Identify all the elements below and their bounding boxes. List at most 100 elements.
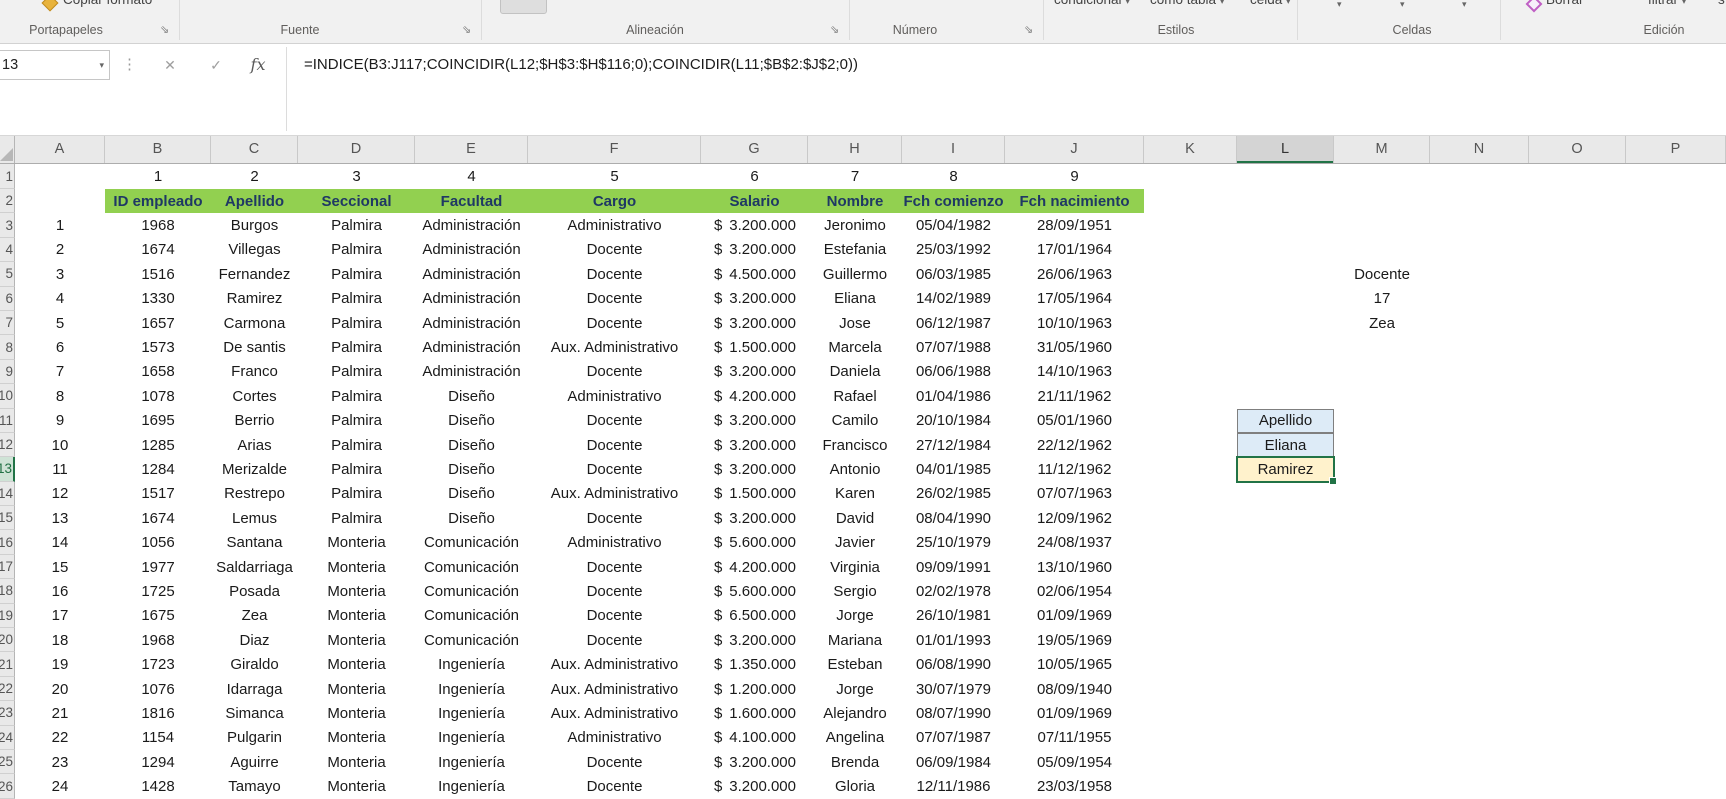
cell-O2[interactable] (1529, 189, 1626, 213)
cell-M10[interactable] (1334, 384, 1430, 408)
cell-N21[interactable] (1430, 652, 1529, 676)
column-header-J[interactable]: J (1005, 136, 1144, 163)
cell-M25[interactable] (1334, 750, 1430, 774)
cell-L3[interactable] (1237, 213, 1334, 237)
cell-E5[interactable]: Administración (415, 262, 528, 286)
cell-M26[interactable] (1334, 774, 1430, 798)
cell-L14[interactable] (1237, 482, 1334, 506)
cell-F8[interactable]: Aux. Administrativo (528, 335, 701, 359)
cell-H6[interactable]: Eliana (808, 287, 902, 311)
column-header-B[interactable]: B (105, 136, 211, 163)
cell-M5[interactable]: Docente (1334, 262, 1430, 286)
cell-J20[interactable]: 19/05/1969 (1005, 628, 1144, 652)
cell-N11[interactable] (1430, 409, 1529, 433)
cell-D8[interactable]: Palmira (298, 335, 415, 359)
row-header-1[interactable]: 1 (0, 164, 15, 189)
cell-H23[interactable]: Alejandro (808, 701, 902, 725)
column-header-G[interactable]: G (701, 136, 808, 163)
row-header-22[interactable]: 22 (0, 676, 15, 702)
cell-P4[interactable] (1626, 238, 1726, 262)
cell-B3[interactable]: 1968 (105, 213, 211, 237)
cell-B10[interactable]: 1078 (105, 384, 211, 408)
cell-B20[interactable]: 1968 (105, 628, 211, 652)
cell-G6[interactable]: $3.200.000 (701, 287, 808, 311)
cell-A12[interactable]: 10 (15, 433, 105, 457)
cell-K20[interactable] (1144, 628, 1237, 652)
cell-E22[interactable]: Ingeniería (415, 677, 528, 701)
cell-O11[interactable] (1529, 409, 1626, 433)
cell-D4[interactable]: Palmira (298, 238, 415, 262)
cell-C22[interactable]: Idarraga (211, 677, 298, 701)
sort-filter-button[interactable]: filtrar ▾ (1648, 0, 1686, 7)
cell-F15[interactable]: Docente (528, 506, 701, 530)
row-header-9[interactable]: 9 (0, 359, 15, 385)
cell-P15[interactable] (1626, 506, 1726, 530)
cell-C23[interactable]: Simanca (211, 701, 298, 725)
cell-F3[interactable]: Administrativo (528, 213, 701, 237)
cell-M16[interactable] (1334, 530, 1430, 554)
cell-N7[interactable] (1430, 311, 1529, 335)
cell-K15[interactable] (1144, 506, 1237, 530)
cell-P6[interactable] (1626, 287, 1726, 311)
cell-B23[interactable]: 1816 (105, 701, 211, 725)
cell-M6[interactable]: 17 (1334, 287, 1430, 311)
cell-J12[interactable]: 22/12/1962 (1005, 433, 1144, 457)
cell-F20[interactable]: Docente (528, 628, 701, 652)
cell-G8[interactable]: $1.500.000 (701, 335, 808, 359)
cell-J24[interactable]: 07/11/1955 (1005, 726, 1144, 750)
cell-E7[interactable]: Administración (415, 311, 528, 335)
cell-H3[interactable]: Jeronimo (808, 213, 902, 237)
cell-E15[interactable]: Diseño (415, 506, 528, 530)
cell-P14[interactable] (1626, 482, 1726, 506)
cell-H24[interactable]: Angelina (808, 726, 902, 750)
cell-H5[interactable]: Guillermo (808, 262, 902, 286)
cell-B24[interactable]: 1154 (105, 726, 211, 750)
cell-O8[interactable] (1529, 335, 1626, 359)
cell-J19[interactable]: 01/09/1969 (1005, 604, 1144, 628)
cell-B1[interactable]: 1 (105, 164, 211, 189)
cell-G5[interactable]: $4.500.000 (701, 262, 808, 286)
cell-I12[interactable]: 27/12/1984 (902, 433, 1005, 457)
cell-L11[interactable]: Apellido (1237, 408, 1334, 433)
cell-F16[interactable]: Administrativo (528, 530, 701, 554)
cell-I24[interactable]: 07/07/1987 (902, 726, 1005, 750)
row-header-19[interactable]: 19 (0, 603, 15, 629)
cell-H15[interactable]: David (808, 506, 902, 530)
cell-N19[interactable] (1430, 604, 1529, 628)
cell-J8[interactable]: 31/05/1960 (1005, 335, 1144, 359)
cell-M18[interactable] (1334, 579, 1430, 603)
cell-H14[interactable]: Karen (808, 482, 902, 506)
cell-H22[interactable]: Jorge (808, 677, 902, 701)
cell-K17[interactable] (1144, 555, 1237, 579)
cell-F12[interactable]: Docente (528, 433, 701, 457)
cell-P10[interactable] (1626, 384, 1726, 408)
cell-P22[interactable] (1626, 677, 1726, 701)
row-header-14[interactable]: 14 (0, 481, 15, 507)
cell-G1[interactable]: 6 (701, 164, 808, 189)
insert-dropdown-icon[interactable]: ▾ (1337, 0, 1342, 10)
cell-B4[interactable]: 1674 (105, 238, 211, 262)
cell-G23[interactable]: $1.600.000 (701, 701, 808, 725)
cell-A25[interactable]: 23 (15, 750, 105, 774)
cell-J26[interactable]: 23/03/1958 (1005, 774, 1144, 798)
select-all-corner[interactable] (0, 136, 15, 163)
cell-P18[interactable] (1626, 579, 1726, 603)
cell-D9[interactable]: Palmira (298, 360, 415, 384)
row-header-16[interactable]: 16 (0, 530, 15, 555)
conditional-format-button[interactable]: condicional ▾ (1054, 0, 1130, 7)
cell-G10[interactable]: $4.200.000 (701, 384, 808, 408)
cell-I20[interactable]: 01/01/1993 (902, 628, 1005, 652)
cell-J9[interactable]: 14/10/1963 (1005, 360, 1144, 384)
cell-N9[interactable] (1430, 360, 1529, 384)
cell-L23[interactable] (1237, 701, 1334, 725)
cell-F19[interactable]: Docente (528, 604, 701, 628)
cell-A8[interactable]: 6 (15, 335, 105, 359)
cell-H11[interactable]: Camilo (808, 409, 902, 433)
cell-F1[interactable]: 5 (528, 164, 701, 189)
cell-M1[interactable] (1334, 164, 1430, 189)
cell-J13[interactable]: 11/12/1962 (1005, 457, 1144, 481)
row-header-11[interactable]: 11 (0, 408, 15, 433)
cell-D5[interactable]: Palmira (298, 262, 415, 286)
cell-F13[interactable]: Docente (528, 457, 701, 481)
find-select-button-partial[interactable]: s (1718, 0, 1725, 7)
